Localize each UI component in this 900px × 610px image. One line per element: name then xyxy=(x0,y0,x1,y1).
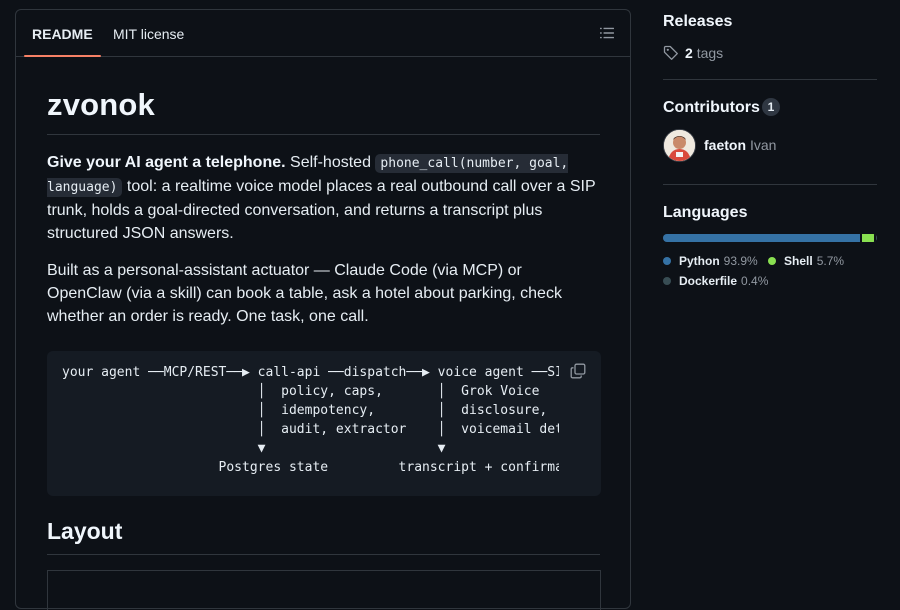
layout-heading: Layout xyxy=(47,518,123,544)
copy-icon[interactable] xyxy=(570,363,586,379)
readme-tabs: README MIT license xyxy=(16,10,630,57)
language-percent: 5.7% xyxy=(816,254,845,268)
languages-bar xyxy=(663,234,877,242)
tag-label: tags xyxy=(696,45,724,61)
language-percent: 0.4% xyxy=(741,274,769,288)
language-color-dot xyxy=(768,257,776,265)
avatar-image xyxy=(664,130,695,161)
tag-icon xyxy=(663,45,678,60)
languages-heading: Languages xyxy=(663,204,748,221)
tab-readme[interactable]: README xyxy=(24,10,101,57)
readme-panel: README MIT license zvonok Give your AI a… xyxy=(15,9,631,610)
tag-count: 2 xyxy=(685,45,693,61)
language-color-dot xyxy=(663,277,671,285)
sidebar-divider xyxy=(663,79,877,80)
language-bar-segment-shell xyxy=(860,234,875,242)
contributor-name: Ivan xyxy=(750,136,777,153)
language-item-python[interactable]: Python 93.9% xyxy=(663,254,758,268)
tags-link[interactable]: 2 tags xyxy=(663,45,723,61)
intro-paragraph: Give your AI agent a telephone. Self-hos… xyxy=(47,151,600,245)
language-name: Python xyxy=(679,254,720,268)
code-block-text: your agent ──MCP/REST──▶ call-api ──disp… xyxy=(62,365,559,475)
language-name: Shell xyxy=(784,254,813,268)
layout-table xyxy=(47,570,601,610)
contributor-login: faeton xyxy=(704,136,746,153)
language-percent: 93.9% xyxy=(723,254,758,268)
language-color-dot xyxy=(663,257,671,265)
description-paragraph: Built as a personal-assistant actuator —… xyxy=(47,262,562,325)
readme-title: zvonok xyxy=(47,87,155,122)
language-item-shell[interactable]: Shell 5.7% xyxy=(768,254,844,268)
language-bar-segment-python xyxy=(663,234,861,242)
releases-heading[interactable]: Releases xyxy=(663,13,732,31)
title-divider xyxy=(47,134,600,135)
intro-text-after: tool: a realtime voice model places a re… xyxy=(47,178,596,242)
contributors-count-badge: 1 xyxy=(762,98,780,116)
language-name: Dockerfile xyxy=(679,274,738,288)
avatar[interactable] xyxy=(663,129,696,162)
intro-text-before: Self-hosted xyxy=(290,154,371,171)
architecture-code-block: your agent ──MCP/REST──▶ call-api ──disp… xyxy=(47,351,601,496)
intro-bold: Give your AI agent a telephone. xyxy=(47,154,286,171)
contributor-faeton[interactable]: faeton Ivan xyxy=(663,129,776,162)
table-of-contents-icon[interactable] xyxy=(600,26,614,40)
contributors-heading[interactable]: Contributors xyxy=(663,99,760,117)
layout-divider xyxy=(47,554,600,555)
language-item-dockerfile[interactable]: Dockerfile 0.4% xyxy=(663,274,768,288)
sidebar-divider xyxy=(663,184,877,185)
language-bar-segment-dockerfile xyxy=(874,234,877,242)
tab-mit-license[interactable]: MIT license xyxy=(113,10,184,56)
